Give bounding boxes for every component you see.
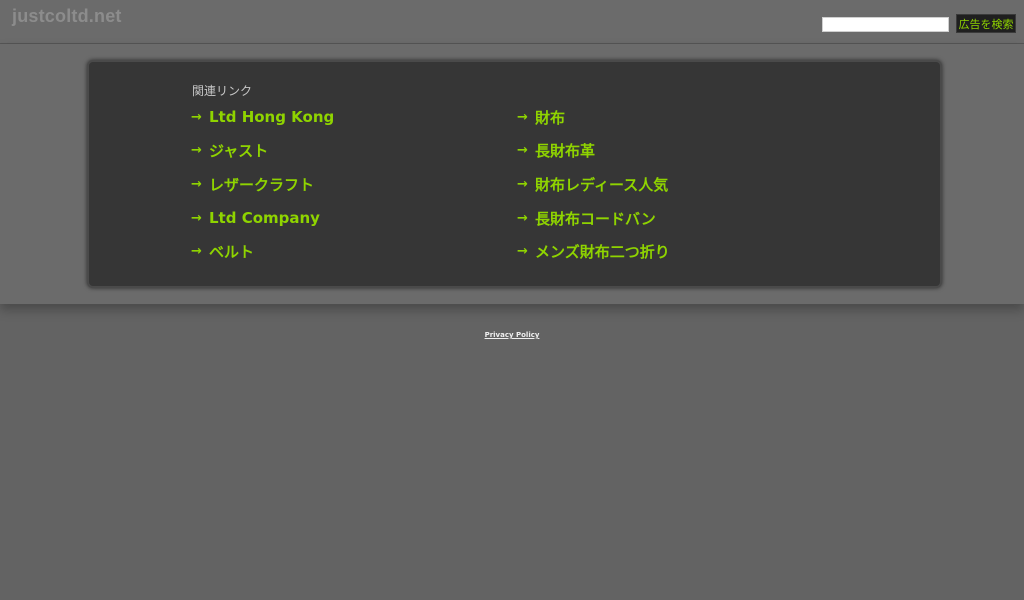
search-button[interactable]: 広告を検索 [956,14,1016,33]
related-link-label: Ltd Company [209,209,320,227]
arrow-right-icon: → [191,176,202,192]
arrow-right-icon: → [517,243,528,259]
arrow-right-icon: → [517,142,528,158]
arrow-right-icon: → [517,176,528,192]
related-link[interactable]: → 財布レディース人気 [517,173,668,195]
related-links-panel: 関連リンク → Ltd Hong Kong → ジャスト → レザークラフト →… [87,60,942,288]
related-link[interactable]: → ジャスト [191,139,268,161]
site-logo[interactable]: justcoltd.net [12,6,122,27]
arrow-right-icon: → [191,109,202,125]
related-link[interactable]: → ベルト [191,240,254,262]
related-link-label: Ltd Hong Kong [209,108,335,126]
privacy-policy-link[interactable]: Privacy Policy [485,331,540,339]
arrow-right-icon: → [191,243,202,259]
arrow-right-icon: → [191,210,202,226]
related-link-label: 長財布革 [535,141,596,160]
top-bar: justcoltd.net 広告を検索 [0,0,1024,44]
related-link[interactable]: → Ltd Hong Kong [191,106,334,128]
related-link[interactable]: → レザークラフト [191,173,314,195]
arrow-right-icon: → [517,109,528,125]
related-link[interactable]: → 長財布革 [517,139,595,161]
arrow-right-icon: → [517,210,528,226]
footer: Privacy Policy [0,331,1024,339]
related-link-label: ベルト [209,242,255,261]
related-link-label: レザークラフト [209,175,315,194]
related-link-label: 財布 [535,108,566,127]
related-link-label: ジャスト [209,141,269,160]
related-link-label: メンズ財布二つ折り [535,242,670,261]
search-input[interactable] [822,17,949,32]
related-link[interactable]: → メンズ財布二つ折り [517,240,670,262]
related-link-label: 長財布コードバン [535,209,656,228]
related-links-title: 関連リンク [192,84,253,98]
related-links-grid: → Ltd Hong Kong → ジャスト → レザークラフト → Ltd C… [191,106,871,281]
related-link[interactable]: → 財布 [517,106,565,128]
related-link-label: 財布レディース人気 [535,175,669,194]
related-link[interactable]: → Ltd Company [191,207,320,229]
related-link[interactable]: → 長財布コードバン [517,207,656,229]
arrow-right-icon: → [191,142,202,158]
